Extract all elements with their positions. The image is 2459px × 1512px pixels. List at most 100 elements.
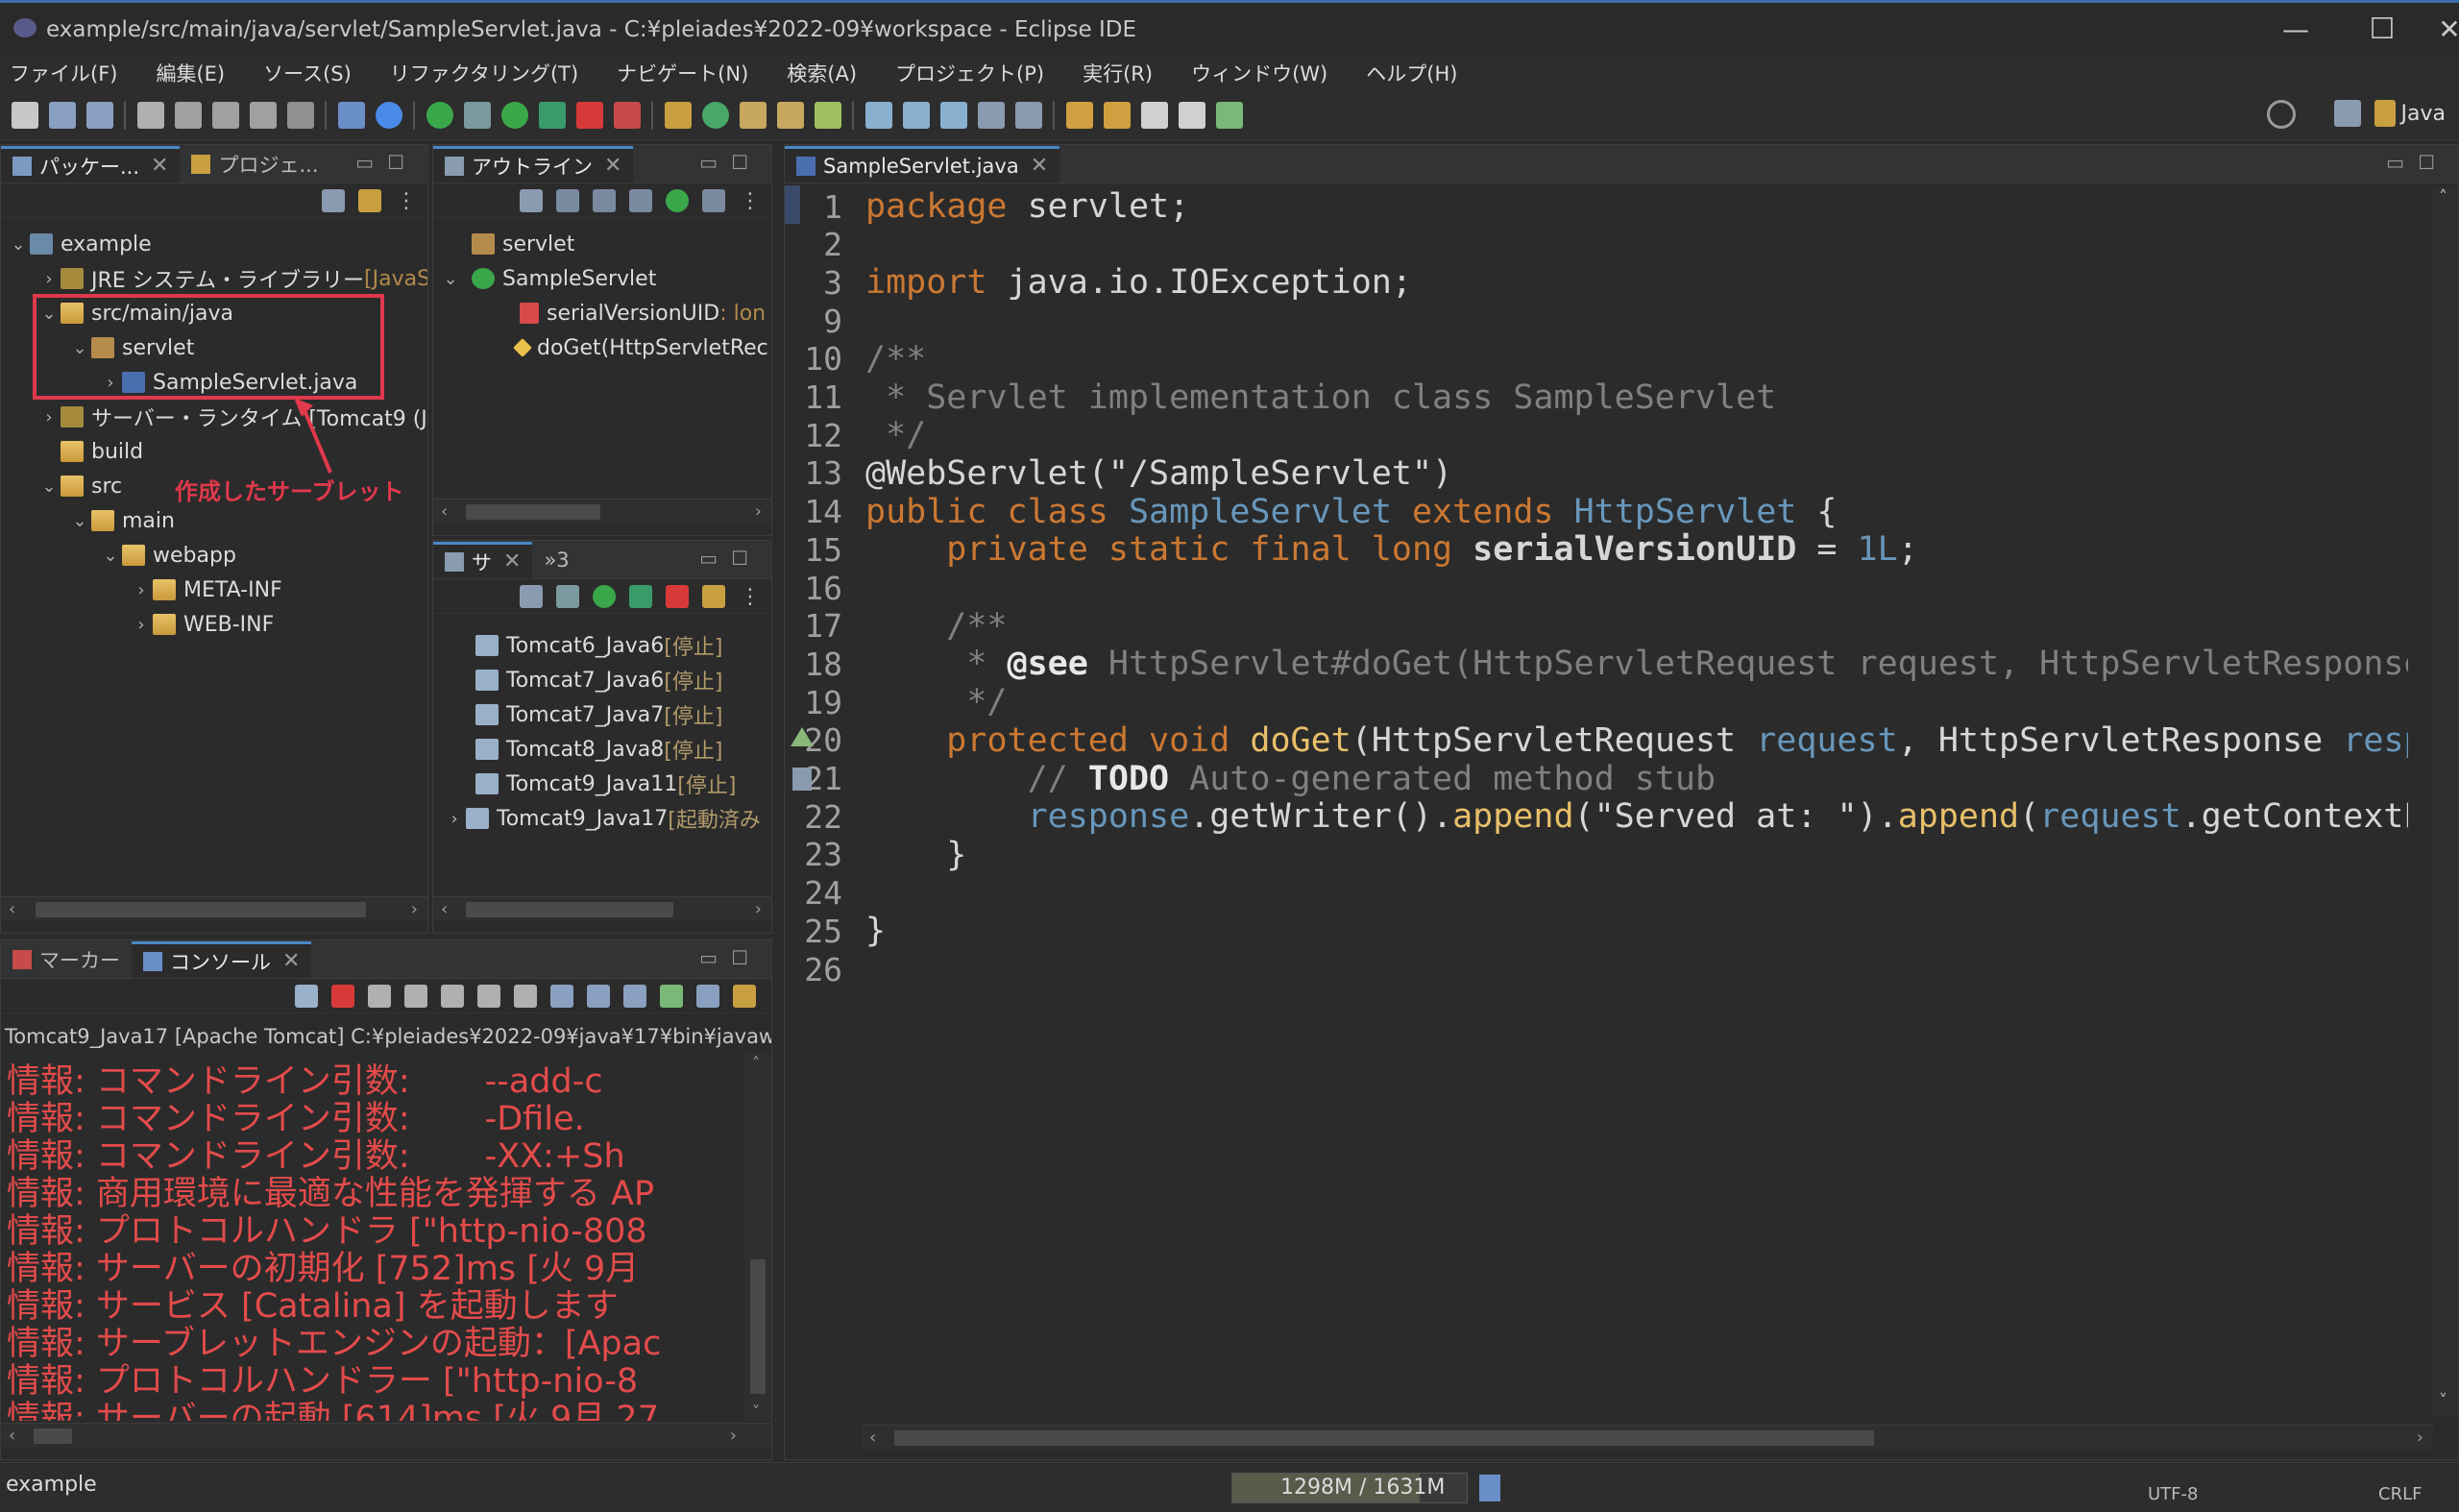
publish-icon[interactable] bbox=[702, 584, 725, 608]
code-area[interactable]: 1 package servlet; 2 3 import java.io.IOExce… bbox=[785, 187, 2408, 1407]
tree-item-webapp[interactable]: ⌄ webapp bbox=[99, 539, 235, 572]
open-project-icon[interactable] bbox=[777, 101, 804, 129]
external-tools-icon[interactable] bbox=[614, 101, 641, 129]
view-menu-icon[interactable]: ⋮ bbox=[739, 189, 762, 213]
chevron-right-icon[interactable]: › bbox=[37, 269, 61, 289]
brush-icon[interactable] bbox=[815, 101, 841, 129]
open-type-icon[interactable] bbox=[212, 101, 239, 129]
tab-project-explorer[interactable]: プロジェ... bbox=[180, 146, 329, 183]
show-on-stderr-icon[interactable] bbox=[587, 984, 610, 1008]
edit-icon[interactable] bbox=[175, 101, 202, 129]
scrollbar-thumb[interactable] bbox=[466, 504, 600, 520]
new-console-icon[interactable] bbox=[733, 984, 756, 1008]
new-icon[interactable] bbox=[12, 101, 38, 129]
scrollbar-thumb[interactable] bbox=[466, 902, 673, 917]
show-on-stdout-icon[interactable] bbox=[550, 984, 573, 1008]
scroll-right-icon[interactable]: › bbox=[411, 897, 418, 922]
tree-item-jre[interactable]: › JRE システム・ライブラリー [JavaSE-1 bbox=[37, 262, 427, 295]
horizontal-scrollbar[interactable]: ‹ › bbox=[862, 1425, 2433, 1450]
outline-item-class[interactable]: ⌄ SampleServlet bbox=[439, 262, 656, 295]
view-menu-icon[interactable]: ⋮ bbox=[739, 585, 762, 609]
close-icon[interactable]: ✕ bbox=[282, 949, 300, 973]
open-perspective-icon[interactable] bbox=[2333, 100, 2361, 127]
toggle-block-icon[interactable] bbox=[250, 101, 277, 129]
horizontal-scrollbar[interactable]: ‹ › bbox=[1, 896, 427, 921]
menu-file[interactable]: ファイル(F) bbox=[10, 59, 117, 87]
save-all-icon[interactable] bbox=[86, 101, 113, 129]
stop-server-icon[interactable] bbox=[666, 584, 689, 608]
relaunch-icon[interactable] bbox=[295, 984, 318, 1008]
server-item[interactable]: Tomcat6_Java6 [停止] bbox=[475, 629, 722, 662]
next-annotation-icon[interactable] bbox=[978, 101, 1005, 129]
scroll-down-icon[interactable]: ˅ bbox=[752, 1402, 760, 1421]
scrollbar-thumb[interactable] bbox=[750, 1259, 766, 1394]
run-external-icon[interactable] bbox=[539, 101, 566, 129]
tab-markers[interactable]: マーカー bbox=[1, 941, 132, 978]
tree-item-example[interactable]: ⌄ example bbox=[7, 228, 151, 260]
tree-item-main[interactable]: ⌄ main bbox=[68, 504, 175, 537]
remove-launch-icon[interactable] bbox=[368, 984, 391, 1008]
word-wrap-icon[interactable] bbox=[514, 984, 537, 1008]
tab-overflow[interactable]: »3 bbox=[532, 542, 580, 578]
perspective-switcher[interactable]: Java bbox=[2333, 100, 2446, 127]
menu-help[interactable]: ヘルプ(H) bbox=[1366, 59, 1457, 87]
new-class-icon[interactable] bbox=[702, 101, 729, 129]
skip-breakpoints-icon[interactable] bbox=[426, 101, 453, 129]
profile-server-icon[interactable] bbox=[629, 584, 652, 608]
new-package-icon[interactable] bbox=[665, 101, 692, 129]
vertical-scrollbar[interactable]: ˄ ˅ bbox=[744, 1054, 771, 1421]
outline-item-field[interactable]: serialVersionUID : lon bbox=[520, 297, 766, 329]
horizontal-scrollbar[interactable]: ‹ › bbox=[433, 499, 771, 524]
tree-item-meta-inf[interactable]: › META-INF bbox=[130, 573, 281, 606]
search-files-icon[interactable] bbox=[865, 101, 892, 129]
server-item[interactable]: Tomcat8_Java8 [停止] bbox=[475, 733, 722, 766]
pin-editor-icon[interactable] bbox=[1216, 101, 1243, 129]
terminate-icon[interactable] bbox=[331, 984, 354, 1008]
display-console-icon[interactable] bbox=[660, 984, 683, 1008]
search-icon[interactable] bbox=[2267, 100, 2296, 129]
back-edit-icon[interactable] bbox=[1066, 101, 1093, 129]
scrollbar-thumb[interactable] bbox=[34, 1428, 72, 1444]
scroll-up-icon[interactable]: ˄ bbox=[2439, 187, 2447, 207]
stop-icon[interactable] bbox=[576, 101, 603, 129]
tree-item-build[interactable]: build bbox=[37, 435, 143, 468]
minimize-button[interactable]: — bbox=[2267, 11, 2325, 49]
open-console-icon[interactable] bbox=[696, 984, 719, 1008]
tab-console[interactable]: コンソール ✕ bbox=[132, 941, 312, 978]
server-item[interactable]: Tomcat7_Java6 [停止] bbox=[475, 664, 722, 696]
menu-edit[interactable]: 編集(E) bbox=[156, 59, 225, 87]
horizontal-scrollbar[interactable]: ‹ › bbox=[433, 896, 771, 921]
tree-item-web-inf[interactable]: › WEB-INF bbox=[130, 608, 274, 641]
sort-icon[interactable] bbox=[556, 188, 579, 212]
scroll-up-icon[interactable]: ˄ bbox=[752, 1054, 760, 1072]
scroll-left-icon[interactable]: ‹ bbox=[869, 1426, 876, 1451]
menu-search[interactable]: 検索(A) bbox=[787, 59, 857, 87]
scroll-down-icon[interactable]: ˅ bbox=[2439, 1391, 2447, 1411]
scroll-left-icon[interactable]: ‹ bbox=[9, 1424, 15, 1449]
hide-static-icon[interactable] bbox=[629, 188, 652, 212]
chevron-down-icon[interactable]: ⌄ bbox=[68, 511, 91, 531]
build-icon[interactable] bbox=[903, 101, 930, 129]
link-editor-icon[interactable] bbox=[358, 188, 381, 212]
pin-console-icon[interactable] bbox=[623, 984, 646, 1008]
console-icon[interactable] bbox=[338, 101, 365, 129]
menu-refactor[interactable]: リファクタリング(T) bbox=[390, 59, 578, 87]
tree-item-src[interactable]: ⌄ src bbox=[37, 470, 122, 502]
chevron-right-icon[interactable]: › bbox=[130, 615, 153, 635]
collapse-all-icon[interactable] bbox=[322, 188, 345, 212]
chevron-right-icon[interactable]: › bbox=[130, 580, 153, 600]
encoding-label[interactable]: UTF-8 bbox=[2148, 1484, 2198, 1503]
tree-item-server-runtime[interactable]: › サーバー・ランタイム [Tomcat9 (Java bbox=[37, 401, 427, 433]
server-item[interactable]: Tomcat9_Java11 [停止] bbox=[475, 768, 736, 800]
scroll-right-icon[interactable]: › bbox=[730, 1424, 737, 1449]
close-icon[interactable]: ✕ bbox=[1031, 154, 1048, 178]
chevron-down-icon[interactable]: ⌄ bbox=[99, 546, 122, 566]
collapse-all-icon[interactable] bbox=[520, 188, 543, 212]
garbage-collect-icon[interactable] bbox=[1479, 1475, 1500, 1501]
minimize-maximize-icons[interactable]: ▭☐ bbox=[699, 547, 762, 570]
menu-window[interactable]: ウィンドウ(W) bbox=[1191, 59, 1327, 87]
chevron-down-icon[interactable]: ⌄ bbox=[37, 476, 61, 497]
minimize-maximize-icons[interactable]: ▭☐ bbox=[2386, 151, 2448, 174]
scroll-left-icon[interactable]: ‹ bbox=[9, 897, 15, 922]
tab-servers[interactable]: サ ✕ bbox=[433, 542, 533, 578]
